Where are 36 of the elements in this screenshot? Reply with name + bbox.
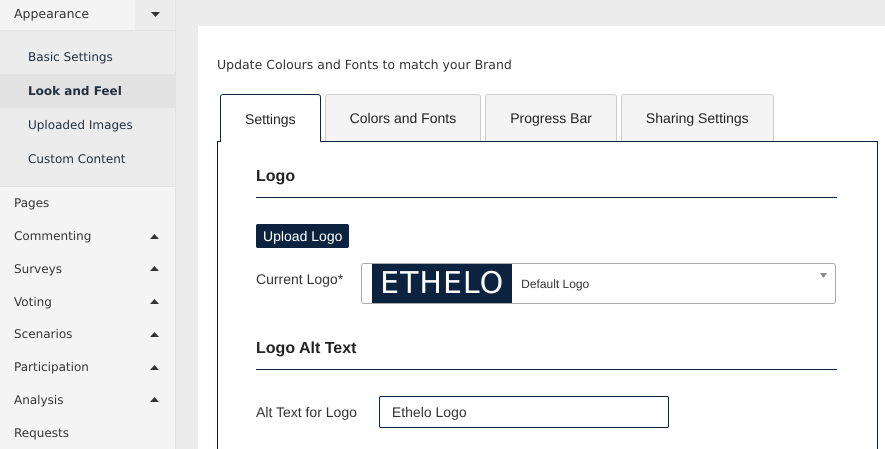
tab[interactable]: Settings — [220, 94, 321, 142]
sidebar-subitem[interactable]: Look and Feel — [0, 74, 175, 108]
sidebar-item[interactable]: Surveys — [14, 262, 62, 276]
sidebar-subitem[interactable]: Uploaded Images — [0, 108, 175, 142]
logo-text: ETHELO — [380, 266, 504, 301]
alt-text-field[interactable]: Ethelo Logo — [378, 396, 669, 428]
field-label: Current Logo* — [256, 271, 344, 287]
sidebar-item[interactable]: Commenting — [14, 229, 92, 244]
sidebar-group-label[interactable]: Appearance — [0, 0, 135, 30]
sidebar-item[interactable]: Pages — [14, 196, 50, 210]
dropdown-arrow-icon[interactable] — [820, 273, 828, 278]
tab[interactable]: Colors and Fonts — [324, 94, 482, 141]
caret-up-icon[interactable] — [150, 299, 159, 304]
caret-up-icon[interactable] — [150, 332, 159, 337]
tab[interactable]: Progress Bar — [485, 94, 617, 141]
caret-up-icon[interactable] — [150, 234, 159, 239]
sidebar-item[interactable]: Scenarios — [14, 327, 72, 342]
caret-up-icon[interactable] — [150, 397, 159, 402]
logo-select[interactable]: ETHELO Default Logo — [361, 263, 836, 304]
sidebar-item[interactable]: Requests — [14, 426, 69, 440]
section-heading: Logo — [256, 168, 837, 198]
section-heading: Logo Alt Text — [256, 340, 837, 370]
select-value: Default Logo — [521, 276, 590, 290]
collapse-toggle[interactable] — [135, 0, 175, 30]
caret-up-icon[interactable] — [150, 266, 159, 272]
sidebar-subitem[interactable]: Custom Content — [0, 142, 175, 176]
tab[interactable]: Sharing Settings — [620, 94, 774, 141]
sidebar-item[interactable]: Participation — [14, 360, 89, 374]
sidebar-subitem[interactable]: Basic Settings — [0, 40, 175, 74]
sidebar-item[interactable]: Analysis — [14, 392, 64, 407]
field-label: Alt Text for Logo — [256, 404, 357, 420]
sidebar-item[interactable]: Voting — [14, 294, 52, 309]
description-text: Update Colours and Fonts to match your Brand — [217, 57, 513, 72]
caret-down-icon[interactable] — [150, 12, 160, 18]
caret-up-icon[interactable] — [150, 364, 159, 370]
upload-logo-button[interactable]: Upload Logo — [256, 224, 350, 248]
